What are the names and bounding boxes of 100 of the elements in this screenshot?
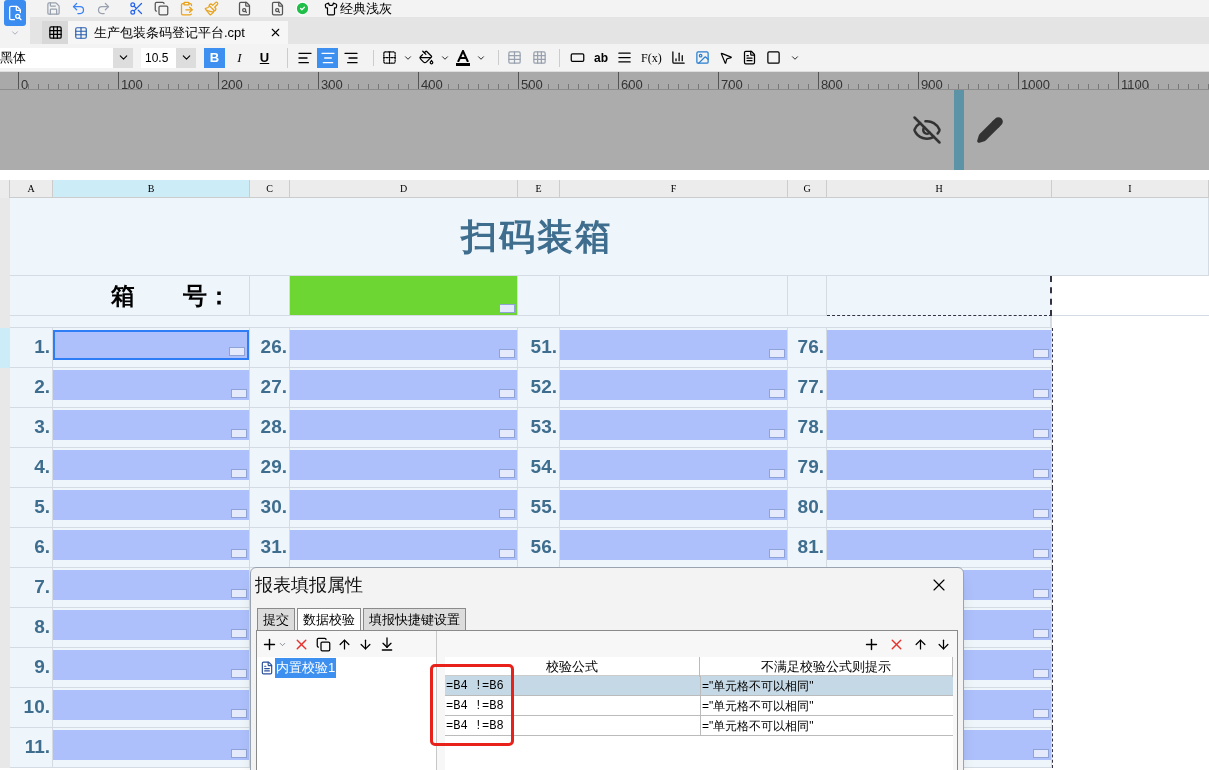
style-button[interactable]: U: [254, 47, 275, 68]
field-icon[interactable]: [570, 50, 585, 65]
pencil-icon[interactable]: [976, 116, 1004, 144]
font-color-icon[interactable]: [456, 49, 470, 66]
cell-widget-icon: [1033, 549, 1049, 558]
designer-logo-icon[interactable]: [4, 0, 26, 26]
cell-widget-icon: [769, 429, 785, 438]
scissors-icon[interactable]: [129, 1, 144, 16]
input-cell[interactable]: [290, 490, 517, 520]
input-cell[interactable]: [560, 490, 787, 520]
input-cell[interactable]: [827, 330, 1051, 360]
row-number: 6.: [34, 535, 50, 560]
box-number-label: 箱 号：: [111, 280, 231, 311]
table-row[interactable]: =B4 !=B6 ="单元格不可以相同": [445, 676, 953, 696]
cell-widget-icon: [231, 469, 247, 478]
border-icon[interactable]: [382, 50, 397, 65]
formula-button[interactable]: F(x): [641, 48, 662, 67]
row-number: 31.: [260, 535, 287, 560]
grid-icon[interactable]: [532, 50, 547, 65]
text-tool-button[interactable]: ab: [594, 48, 608, 67]
input-cell[interactable]: [53, 330, 249, 360]
pointer-icon[interactable]: [718, 50, 733, 65]
column-letter[interactable]: B: [53, 180, 250, 198]
save-icon[interactable]: [46, 1, 61, 16]
input-cell[interactable]: [827, 410, 1051, 440]
move-up-icon[interactable]: [913, 636, 928, 652]
row-header[interactable]: [0, 368, 10, 408]
ruler-label: 1000: [1020, 77, 1050, 89]
row-number: 76.: [797, 335, 824, 360]
row-header[interactable]: [0, 328, 10, 368]
undo-icon[interactable]: [71, 1, 86, 16]
dialog-tab[interactable]: 提交: [257, 608, 295, 630]
input-cell[interactable]: [53, 730, 249, 760]
dialog-tab[interactable]: 数据校验: [297, 608, 361, 630]
sheet-grid-icon[interactable]: [42, 21, 68, 44]
frame-icon[interactable]: [765, 50, 781, 65]
row-number: 52.: [530, 375, 557, 400]
input-cell[interactable]: [53, 570, 249, 600]
input-cell[interactable]: [560, 370, 787, 400]
input-cell[interactable]: [53, 490, 249, 520]
move-up-icon[interactable]: [337, 636, 352, 652]
row-header[interactable]: [0, 316, 10, 328]
cell-widget-icon: [499, 429, 515, 438]
redo-icon[interactable]: [96, 1, 111, 16]
bar-chart-icon[interactable]: [670, 50, 686, 65]
move-bottom-icon[interactable]: [379, 636, 395, 652]
input-cell[interactable]: [53, 650, 249, 680]
size-select[interactable]: 10.5: [141, 47, 196, 68]
sheet-title: 扫码装箱: [460, 214, 613, 259]
table-row[interactable]: =B4 !=B8 ="单元格不可以相同": [445, 716, 953, 736]
input-cell[interactable]: [827, 530, 1051, 560]
style-button[interactable]: I: [229, 47, 250, 68]
table-row[interactable]: =B4 !=B8 ="单元格不可以相同": [445, 696, 953, 716]
theme-button[interactable]: 经典浅灰: [324, 0, 392, 19]
document-icon[interactable]: [741, 50, 757, 65]
move-down-icon[interactable]: [936, 636, 951, 652]
paste-icon[interactable]: [179, 1, 194, 16]
font-select[interactable]: 黑体: [0, 47, 133, 68]
input-cell[interactable]: [560, 530, 787, 560]
input-cell[interactable]: [560, 450, 787, 480]
input-cell[interactable]: [290, 530, 517, 560]
eye-slash-icon[interactable]: [912, 115, 942, 145]
input-cell[interactable]: [290, 450, 517, 480]
row-header[interactable]: [0, 728, 10, 768]
input-cell[interactable]: [53, 370, 249, 400]
file-tab[interactable]: 生产包装条码登记平台.cpt: [68, 21, 288, 44]
input-cell[interactable]: [53, 610, 249, 640]
box-number-field[interactable]: [290, 276, 518, 316]
cell-widget-icon: [231, 749, 247, 758]
lines-icon[interactable]: [617, 50, 632, 65]
input-cell[interactable]: [290, 370, 517, 400]
input-cell[interactable]: [53, 690, 249, 720]
preview-icon[interactable]: [270, 1, 285, 16]
input-cell[interactable]: [827, 450, 1051, 480]
image-icon[interactable]: [694, 50, 710, 65]
cell-widget-icon: [499, 469, 515, 478]
ruler-label: 100: [120, 77, 143, 89]
input-cell[interactable]: [827, 490, 1051, 520]
ruler-label: 700: [720, 77, 743, 89]
input-cell[interactable]: [560, 410, 787, 440]
row-header[interactable]: [0, 198, 10, 276]
paint-bucket-icon[interactable]: [419, 50, 434, 65]
copy-icon[interactable]: [316, 636, 331, 652]
input-cell[interactable]: [290, 330, 517, 360]
input-cell[interactable]: [53, 410, 249, 440]
document-search-icon[interactable]: [237, 1, 252, 16]
input-cell[interactable]: [53, 530, 249, 560]
merge-icon[interactable]: [507, 50, 522, 65]
check-icon[interactable]: [295, 1, 310, 16]
brush-icon[interactable]: [204, 1, 219, 16]
copy-icon[interactable]: [154, 1, 169, 16]
divider-handle[interactable]: [954, 90, 964, 170]
dialog-tab[interactable]: 填报快捷键设置: [363, 608, 466, 630]
cell-widget-icon: [229, 347, 245, 356]
input-cell[interactable]: [53, 450, 249, 480]
move-down-icon[interactable]: [358, 636, 373, 652]
input-cell[interactable]: [560, 330, 787, 360]
input-cell[interactable]: [290, 410, 517, 440]
input-cell[interactable]: [827, 370, 1051, 400]
rule-icon: [260, 660, 274, 675]
